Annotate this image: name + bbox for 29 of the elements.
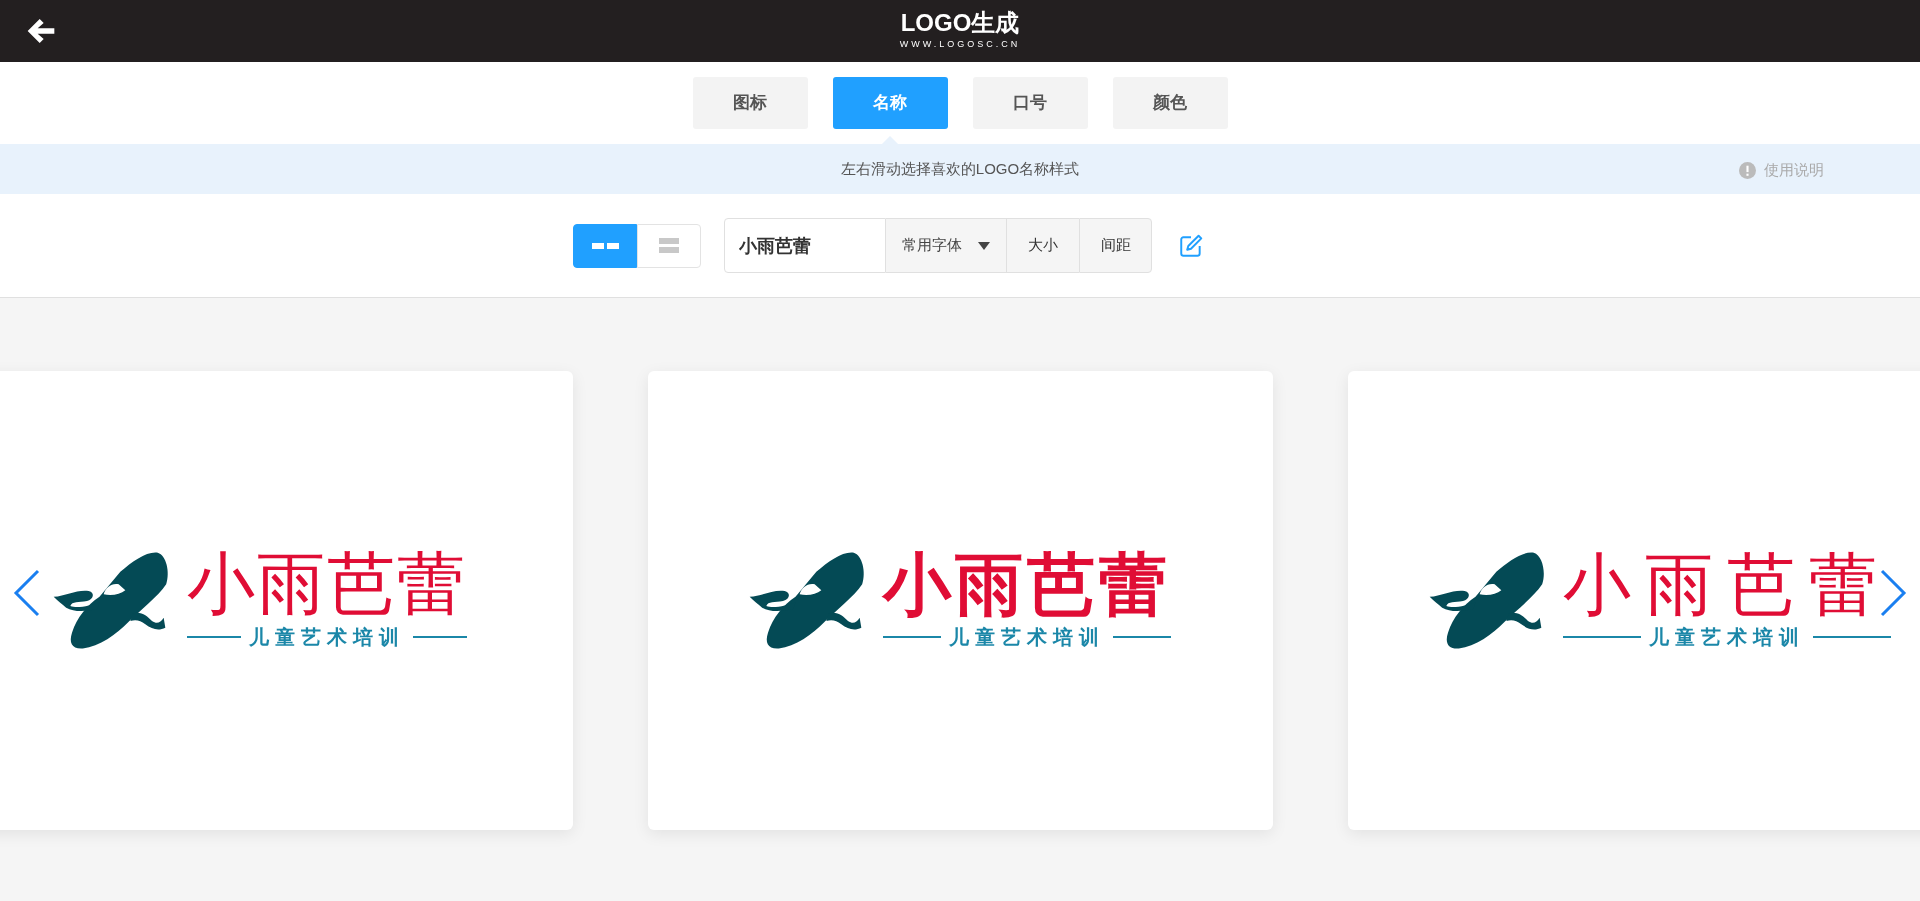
hint-text: 左右滑动选择喜欢的LOGO名称样式 [840, 158, 1080, 179]
tab[interactable]: 口号 [972, 77, 1088, 129]
next-arrow[interactable] [1878, 568, 1908, 618]
slogan: 儿童艺术培训 [1649, 624, 1805, 650]
setting-button[interactable]: 间距 [1079, 218, 1152, 273]
layout-toggle[interactable] [573, 223, 637, 268]
slogan: 儿童艺术培训 [249, 624, 405, 650]
tab[interactable]: 颜色 [1112, 77, 1228, 129]
site-logo: LOGO生成 [900, 10, 1020, 35]
ballet-shoe-icon [1429, 550, 1547, 651]
stacked-icon [659, 238, 679, 253]
brand-name: 小雨芭蕾 [1563, 549, 1891, 618]
setting-button[interactable]: 大小 [1006, 218, 1079, 273]
previous-arrow[interactable] [12, 568, 42, 618]
name-input[interactable]: 小雨芭蕾 [724, 218, 886, 273]
dropdown-caret-icon [978, 241, 990, 250]
brand-name: 小雨芭蕾 [883, 549, 1171, 618]
font-dropdown[interactable]: 常用字体 [886, 218, 1006, 273]
logo-card[interactable]: 小雨芭蕾 儿童艺术培训 [0, 371, 573, 830]
info-icon [1739, 161, 1756, 179]
brand-name: 小雨芭蕾 [187, 549, 467, 618]
slogan: 儿童艺术培训 [949, 624, 1105, 650]
ballet-shoe-icon [749, 550, 867, 651]
logo-card[interactable]: 小雨芭蕾 儿童艺术培训 [1347, 371, 1920, 830]
logo-card[interactable]: 小雨芭蕾 儿童艺术培训 [647, 371, 1273, 830]
ballet-shoe-icon [53, 550, 171, 651]
side-by-side-icon [591, 242, 619, 249]
site-url: WWW.LOGOSC.CN [899, 37, 1021, 51]
tab[interactable]: 图标 [692, 77, 808, 129]
